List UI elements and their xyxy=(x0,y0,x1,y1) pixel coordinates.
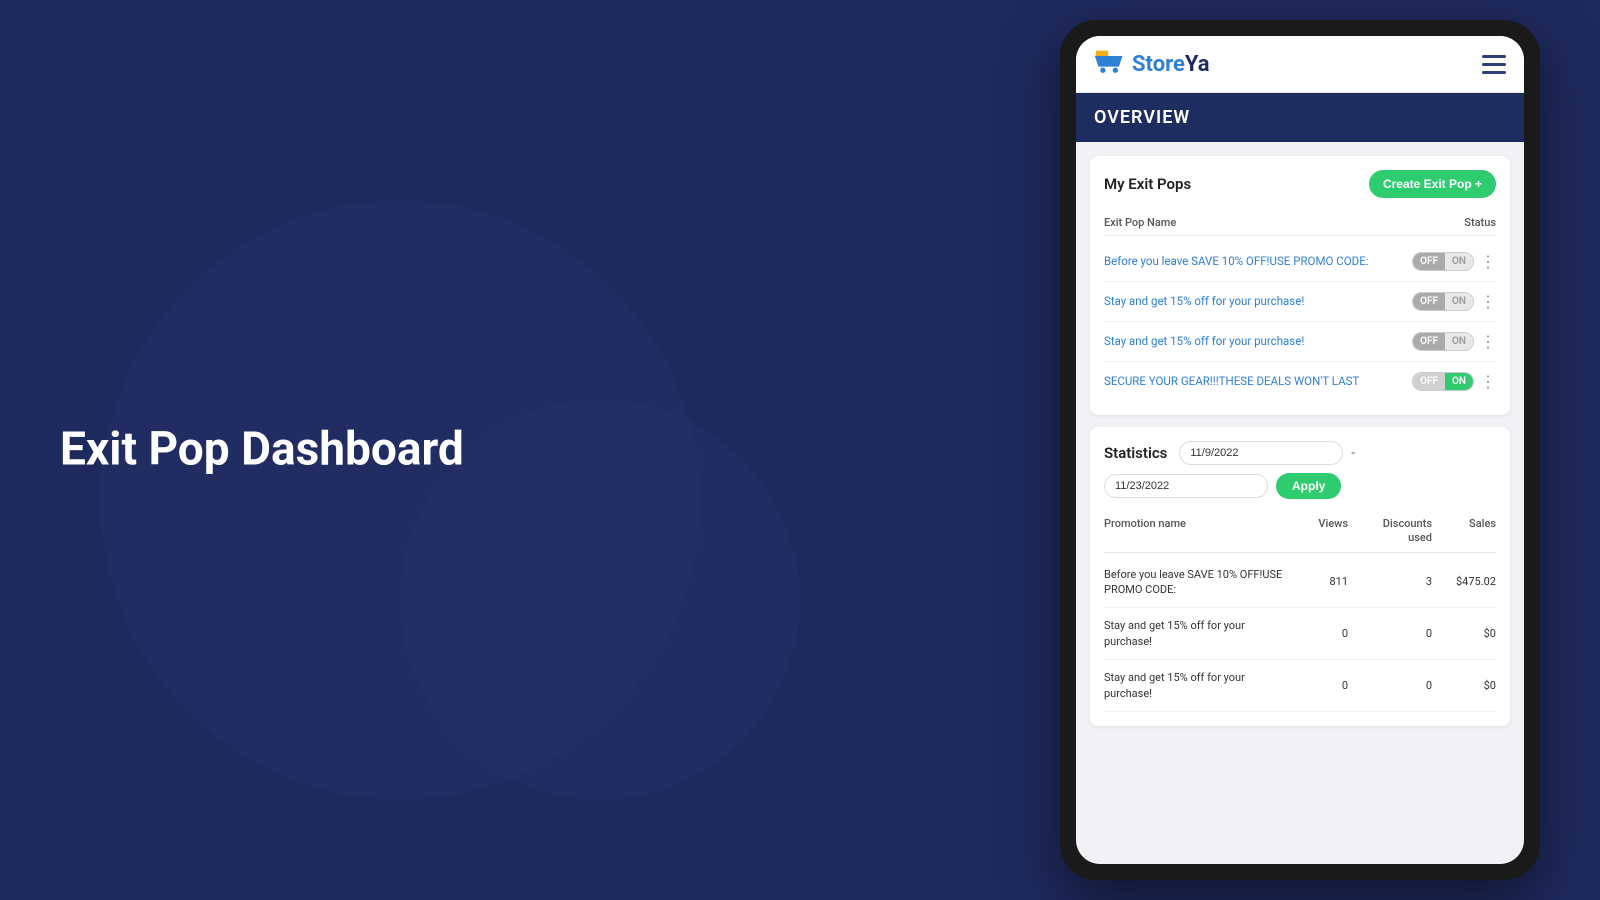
stats-col-sales: Sales xyxy=(1436,517,1496,546)
toggle-4-off[interactable]: OFF xyxy=(1413,373,1445,390)
more-options-3[interactable]: ⋮ xyxy=(1480,334,1496,350)
toggle-3-off[interactable]: OFF xyxy=(1413,333,1445,350)
hamburger-line-1 xyxy=(1482,55,1506,58)
toggle-4-on[interactable]: ON xyxy=(1445,373,1473,390)
toggle-2-on[interactable]: ON xyxy=(1445,293,1473,310)
stats-sales-2: $0 xyxy=(1436,627,1496,640)
stats-promo-2: Stay and get 15% off for your purchase! xyxy=(1104,618,1284,649)
exit-pop-row-4: SECURE YOUR GEAR!!!THESE DEALS WON'T LAS… xyxy=(1104,362,1496,401)
stats-discounts-2: 0 xyxy=(1352,627,1432,640)
stats-views-1: 811 xyxy=(1288,575,1348,588)
overview-bar: OVERVIEW xyxy=(1076,93,1524,142)
more-options-1[interactable]: ⋮ xyxy=(1480,254,1496,270)
toggle-2[interactable]: OFF ON xyxy=(1412,292,1474,311)
stats-views-3: 0 xyxy=(1288,679,1348,692)
logo-text: StoreYa xyxy=(1132,52,1210,77)
hamburger-line-3 xyxy=(1482,71,1506,74)
exit-pops-card: My Exit Pops Create Exit Pop + Exit Pop … xyxy=(1090,156,1510,415)
stats-discounts-1: 3 xyxy=(1352,575,1432,588)
exit-pop-name-1[interactable]: Before you leave SAVE 10% OFF!USE PROMO … xyxy=(1104,253,1412,269)
date-separator: - xyxy=(1351,446,1355,461)
exit-pop-row-1: Before you leave SAVE 10% OFF!USE PROMO … xyxy=(1104,242,1496,282)
stats-col-views: Views xyxy=(1288,517,1348,546)
exit-pop-name-3[interactable]: Stay and get 15% off for your purchase! xyxy=(1104,333,1412,349)
stats-sales-1: $475.02 xyxy=(1436,575,1496,588)
exit-pop-row-3: Stay and get 15% off for your purchase! … xyxy=(1104,322,1496,362)
row-4-controls: OFF ON ⋮ xyxy=(1412,372,1496,391)
stats-col-promo: Promotion name xyxy=(1104,517,1284,546)
stats-views-2: 0 xyxy=(1288,627,1348,640)
row-2-controls: OFF ON ⋮ xyxy=(1412,292,1496,311)
cart-logo-icon xyxy=(1094,50,1126,78)
create-exit-pop-button[interactable]: Create Exit Pop + xyxy=(1369,170,1496,198)
row-3-controls: OFF ON ⋮ xyxy=(1412,332,1496,351)
statistics-card: Statistics - Apply Promotion name Views … xyxy=(1090,427,1510,726)
device-frame: StoreYa OVERVIEW My Exit Pops Create Exi… xyxy=(1060,20,1540,880)
statistics-header: Statistics - Apply xyxy=(1104,441,1496,499)
stats-discounts-3: 0 xyxy=(1352,679,1432,692)
col-header-status: Status xyxy=(1406,216,1496,229)
exit-pops-title: My Exit Pops xyxy=(1104,175,1191,193)
exit-pop-name-2[interactable]: Stay and get 15% off for your purchase! xyxy=(1104,293,1412,309)
left-section: Exit Pop Dashboard xyxy=(60,422,464,477)
statistics-table: Promotion name Views Discountsused Sales… xyxy=(1104,511,1496,712)
toggle-1[interactable]: OFF ON xyxy=(1412,252,1474,271)
exit-pops-header: My Exit Pops Create Exit Pop + xyxy=(1104,170,1496,198)
more-options-2[interactable]: ⋮ xyxy=(1480,294,1496,310)
exit-pops-table-header: Exit Pop Name Status xyxy=(1104,210,1496,236)
toggle-3-on[interactable]: ON xyxy=(1445,333,1473,350)
date-to-input[interactable] xyxy=(1104,474,1268,498)
logo-area: StoreYa xyxy=(1094,50,1210,78)
toggle-3[interactable]: OFF ON xyxy=(1412,332,1474,351)
device-screen: StoreYa OVERVIEW My Exit Pops Create Exi… xyxy=(1076,36,1524,864)
stats-sales-3: $0 xyxy=(1436,679,1496,692)
row-1-controls: OFF ON ⋮ xyxy=(1412,252,1496,271)
app-header: StoreYa xyxy=(1076,36,1524,93)
date-from-input[interactable] xyxy=(1179,441,1343,465)
hamburger-line-2 xyxy=(1482,63,1506,66)
toggle-2-off[interactable]: OFF xyxy=(1413,293,1445,310)
apply-button[interactable]: Apply xyxy=(1276,473,1341,499)
stats-table-header: Promotion name Views Discountsused Sales xyxy=(1104,511,1496,553)
stats-col-discounts: Discountsused xyxy=(1352,517,1432,546)
toggle-4[interactable]: OFF ON xyxy=(1412,372,1474,391)
stats-promo-3: Stay and get 15% off for your purchase! xyxy=(1104,670,1284,701)
col-header-name: Exit Pop Name xyxy=(1104,216,1406,229)
logo-ya: Ya xyxy=(1185,52,1210,77)
page-heading: Exit Pop Dashboard xyxy=(60,422,464,477)
logo-store: Store xyxy=(1132,52,1185,77)
stats-row-3: Stay and get 15% off for your purchase! … xyxy=(1104,660,1496,712)
exit-pop-row-2: Stay and get 15% off for your purchase! … xyxy=(1104,282,1496,322)
toggle-1-on[interactable]: ON xyxy=(1445,253,1473,270)
hamburger-menu-button[interactable] xyxy=(1482,55,1506,74)
stats-row-1: Before you leave SAVE 10% OFF!USE PROMO … xyxy=(1104,557,1496,609)
statistics-title: Statistics xyxy=(1104,444,1167,462)
stats-promo-1: Before you leave SAVE 10% OFF!USE PROMO … xyxy=(1104,567,1284,598)
app-main-content: My Exit Pops Create Exit Pop + Exit Pop … xyxy=(1076,142,1524,864)
more-options-4[interactable]: ⋮ xyxy=(1480,374,1496,390)
stats-row-2: Stay and get 15% off for your purchase! … xyxy=(1104,608,1496,660)
exit-pop-name-4[interactable]: SECURE YOUR GEAR!!!THESE DEALS WON'T LAS… xyxy=(1104,373,1412,389)
overview-title: OVERVIEW xyxy=(1094,107,1506,128)
toggle-1-off[interactable]: OFF xyxy=(1413,253,1445,270)
